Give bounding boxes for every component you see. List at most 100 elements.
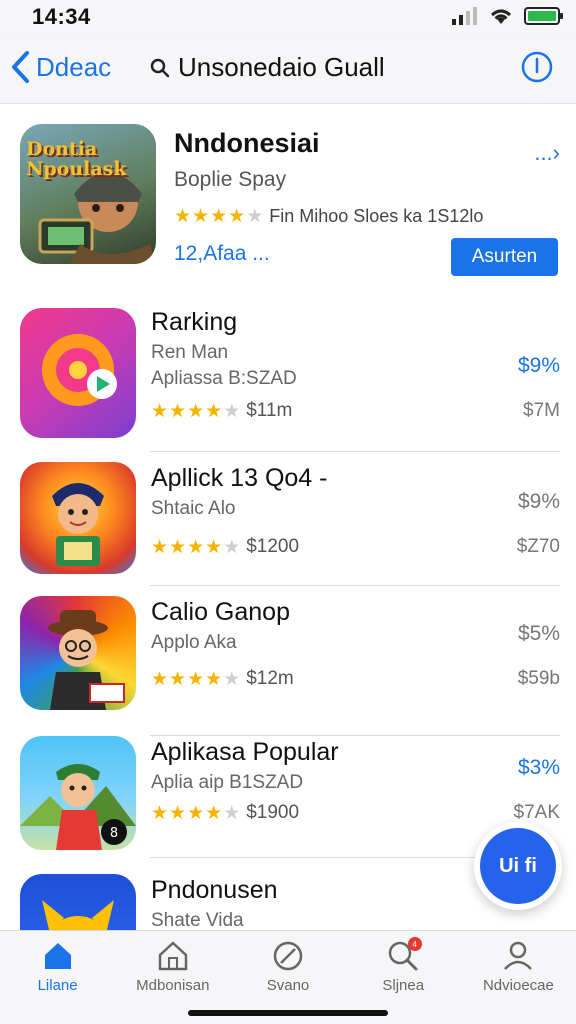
featured-app[interactable]: Dontia Npoulask Nndonesiai Boplie Spay ★… [0, 104, 576, 280]
status-indicators [452, 6, 563, 26]
star-icon: ★ [223, 536, 241, 558]
app-rating-text: $1200 [246, 536, 300, 557]
star-icon: ★ [223, 802, 241, 824]
back-button[interactable]: Ddeac [10, 50, 111, 84]
app-title: Apllick 13 Qo4 - [151, 464, 328, 492]
rating-stars: ★ ★ ★ ★ ★ [151, 538, 240, 557]
app-subtitle: Aplia aip B1SZAD [151, 772, 304, 793]
cartoon-creature-illustration [42, 900, 114, 930]
list-item[interactable]: Rarking Ren Man Apliassa B:SZAD ★ ★ ★ ★ ★ $1… [0, 304, 576, 452]
star-icon: ★ [228, 206, 246, 227]
divider [150, 451, 560, 452]
music-disc-icon [42, 334, 117, 406]
featured-count: 12,Afaa ... [174, 242, 270, 265]
star-icon: ★ [169, 802, 187, 824]
star-icon: ★ [169, 536, 187, 558]
notification-badge: 4 [407, 937, 422, 951]
featured-title: Nndonesiai [174, 128, 320, 158]
app-subtitle: Shate Vida [151, 910, 244, 930]
star-icon: ★ [187, 536, 205, 558]
star-icon: ★ [151, 802, 169, 824]
app-price-secondary: $7M [523, 400, 560, 421]
app-icon[interactable] [20, 462, 136, 574]
featured-subtitle: Boplie Spay [174, 168, 287, 191]
app-icon[interactable] [20, 596, 136, 710]
search-text: Unsonedaio Guall [178, 52, 385, 82]
featured-icon-text: Dontia Npoulask [26, 138, 127, 180]
nav-bar: Ddeac Unsonedaio Guall [0, 36, 576, 104]
back-label: Ddeac [36, 51, 112, 82]
home-indicator [188, 1010, 388, 1016]
tab-profile[interactable]: Ndvioecae [461, 931, 576, 1024]
info-icon [521, 51, 553, 83]
tab-label: Lilane [37, 977, 78, 994]
tab-label: Sljnea [382, 977, 425, 994]
app-rating: ★ ★ ★ ★ ★ $1200 [151, 536, 299, 558]
star-icon: ★ [187, 400, 205, 422]
app-price-secondary: $Z70 [516, 536, 560, 557]
star-icon: ★ [187, 802, 205, 824]
list-item[interactable]: Calio Ganop Applo Aka ★ ★ ★ ★ ★ $12m $5% $59… [0, 594, 576, 736]
info-button[interactable] [520, 50, 554, 89]
rating-stars: ★ ★ ★ ★ ★ [174, 207, 263, 226]
app-price[interactable]: $5% [518, 622, 560, 646]
fab-label: Ui fi [480, 828, 556, 904]
chevron-left-icon [12, 51, 29, 83]
app-title: Aplikasa Popular [151, 738, 339, 766]
featured-rating-text: Fin Mihoo Sloes ka 1S12lo [269, 206, 484, 226]
star-icon: ★ [169, 400, 187, 422]
app-subtitle: Ren Man [151, 342, 229, 363]
app-price[interactable]: $3% [518, 756, 560, 780]
tab-home[interactable]: Lilane [0, 931, 115, 1024]
app-price[interactable]: $9% [518, 354, 560, 378]
tab-label: Mdbonisan [136, 977, 210, 994]
search-field[interactable]: Unsonedaio Guall [150, 52, 385, 83]
star-icon: ★ [205, 802, 223, 824]
app-subtitle: Applo Aka [151, 632, 237, 653]
wifi-icon [491, 9, 511, 24]
floating-action-button[interactable]: Ui fi [474, 822, 562, 910]
star-icon: ★ [223, 668, 241, 690]
star-icon: ★ [210, 206, 228, 227]
app-rating: ★ ★ ★ ★ ★ $11m [151, 400, 292, 422]
app-icon[interactable] [20, 874, 136, 930]
signal-icon [452, 7, 477, 25]
star-icon: ★ [187, 668, 205, 690]
compass-icon [273, 941, 303, 971]
house-outline-icon [158, 941, 188, 971]
star-icon: ★ [246, 206, 264, 227]
cartoon-hiker-illustration: 8 [20, 764, 136, 850]
app-title: Rarking [151, 308, 238, 336]
home-icon [44, 943, 71, 969]
app-subtitle: Shtaic Alo [151, 498, 236, 519]
app-title: Calio Ganop [151, 598, 290, 626]
cartoon-boy-illustration [52, 483, 104, 566]
tab-label: Ndvioecae [482, 977, 554, 994]
app-rating: ★ ★ ★ ★ ★ $12m [151, 668, 294, 690]
app-price[interactable]: $9% [518, 490, 560, 514]
app-rating-text: $11m [246, 400, 293, 421]
star-icon: ★ [169, 668, 187, 690]
star-icon: ★ [205, 400, 223, 422]
status-bar: 14:34 [0, 0, 576, 36]
app-icon[interactable]: 8 [20, 736, 136, 850]
star-icon: ★ [151, 400, 169, 422]
cartoon-man-illustration [48, 610, 125, 710]
app-price-secondary: $59b [517, 668, 560, 689]
app-subtitle-2: Apliassa B:SZAD [151, 368, 297, 389]
featured-cta-button[interactable]: Asurten [451, 238, 558, 276]
search-icon [150, 58, 170, 77]
app-rating: ★ ★ ★ ★ ★ $1900 [151, 802, 299, 824]
rating-stars: ★ ★ ★ ★ ★ [151, 670, 240, 689]
app-list: Dontia Npoulask Nndonesiai Boplie Spay ★… [0, 104, 576, 930]
app-icon[interactable] [20, 308, 136, 438]
star-icon: ★ [174, 206, 192, 227]
more-link[interactable]: ...› [534, 140, 560, 166]
star-icon: ★ [205, 536, 223, 558]
featured-app-icon[interactable]: Dontia Npoulask [20, 124, 156, 264]
app-title: Pndonusen [151, 876, 278, 904]
divider [150, 585, 560, 586]
star-icon: ★ [223, 400, 241, 422]
list-item[interactable]: Apllick 13 Qo4 - Shtaic Alo ★ ★ ★ ★ ★ $1200 … [0, 460, 576, 592]
rating-stars: ★ ★ ★ ★ ★ [151, 804, 240, 823]
